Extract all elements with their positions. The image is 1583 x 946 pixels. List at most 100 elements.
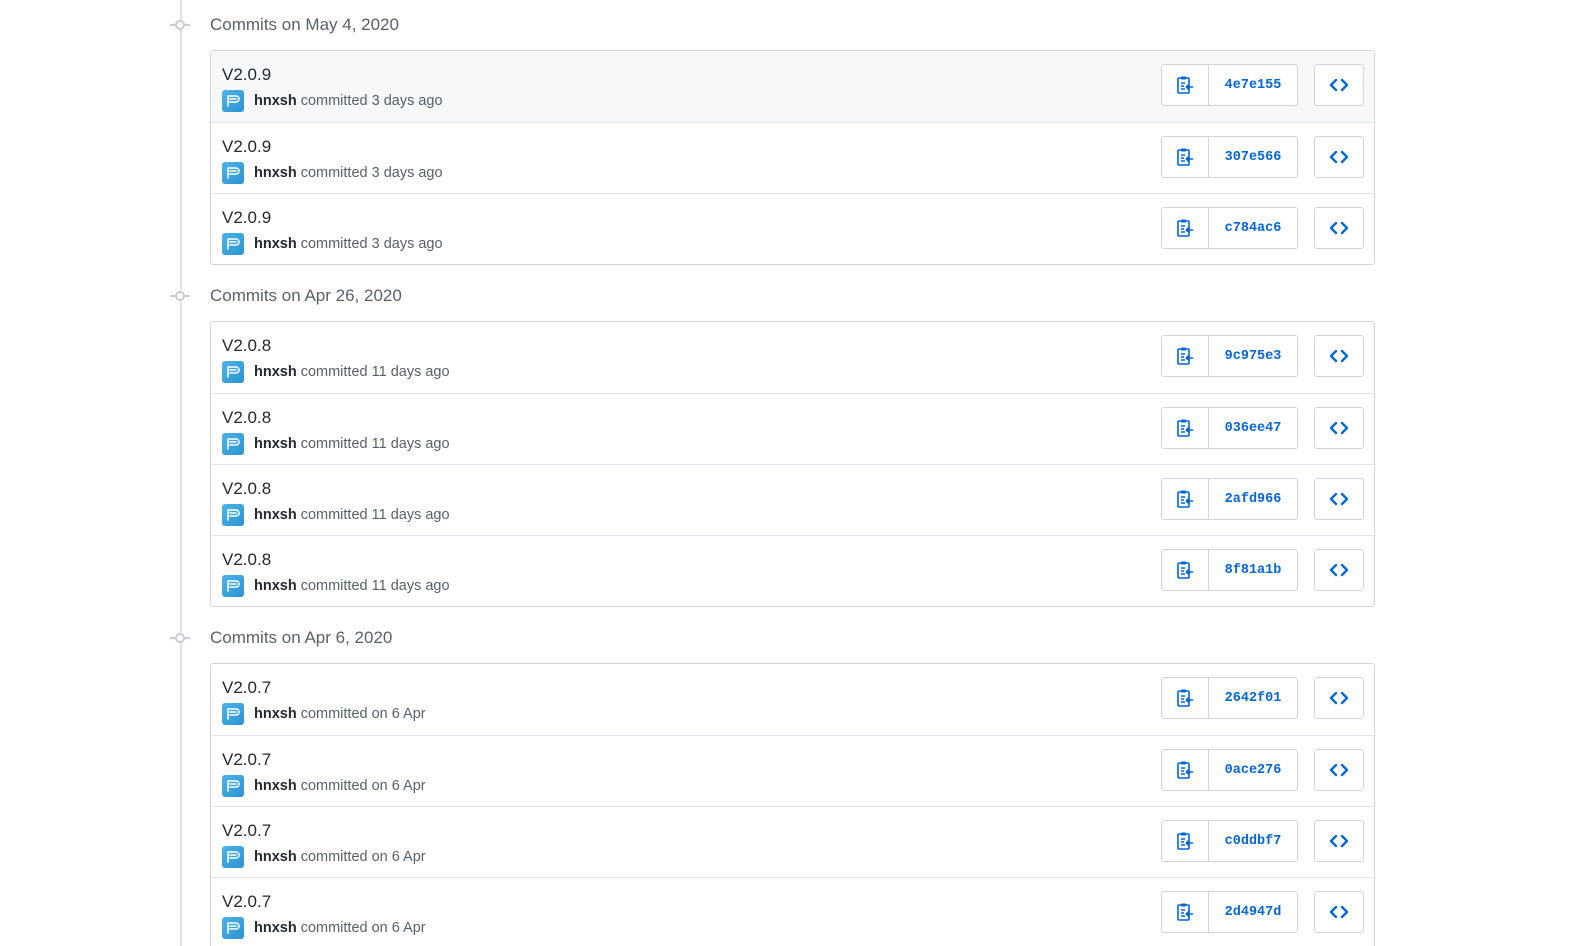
commit-author[interactable]: hnxsh	[254, 165, 297, 181]
author-avatar[interactable]	[222, 90, 244, 112]
browse-repo-button[interactable]	[1314, 64, 1364, 106]
browse-repo-button[interactable]	[1314, 549, 1364, 591]
author-avatar[interactable]	[222, 575, 244, 597]
clippy-icon	[1177, 761, 1194, 779]
author-avatar[interactable]	[222, 917, 244, 939]
commit-list: V2.0.7 hnxsh committed on 6 Apr 2642f01	[210, 663, 1375, 946]
commit-row: V2.0.8 hnxsh committed 11 days ago 2afd9…	[211, 464, 1374, 535]
copy-sha-button[interactable]	[1161, 335, 1209, 377]
sha-button-group: 0ace276	[1161, 749, 1298, 791]
author-avatar[interactable]	[222, 775, 244, 797]
commit-time: committed on 6 Apr	[300, 778, 426, 794]
clippy-icon	[1177, 903, 1194, 921]
commit-title-link[interactable]: V2.0.7	[222, 892, 271, 912]
commit-author[interactable]: hnxsh	[254, 706, 297, 722]
author-avatar[interactable]	[222, 846, 244, 868]
avatar-logo-icon	[227, 708, 240, 720]
commit-sha-link[interactable]: 2d4947d	[1209, 891, 1298, 933]
commit-sha-link[interactable]: 4e7e155	[1209, 64, 1298, 106]
commit-group-header: Commits on Apr 26, 2020	[170, 271, 1375, 321]
commit-author[interactable]: hnxsh	[254, 778, 297, 794]
commit-title-link[interactable]: V2.0.9	[222, 137, 271, 157]
commit-sha-link[interactable]: 036ee47	[1209, 407, 1298, 449]
commit-meta: hnxsh committed 11 days ago	[222, 575, 450, 597]
commit-sha-link[interactable]: 9c975e3	[1209, 335, 1298, 377]
copy-sha-button[interactable]	[1161, 549, 1209, 591]
code-icon	[1329, 763, 1349, 777]
commit-author[interactable]: hnxsh	[254, 364, 297, 380]
code-icon	[1329, 349, 1349, 363]
commit-row: V2.0.8 hnxsh committed 11 days ago 8f81a…	[211, 535, 1374, 606]
commit-title-link[interactable]: V2.0.8	[222, 336, 271, 356]
copy-sha-button[interactable]	[1161, 820, 1209, 862]
commit-group: Commits on Apr 26, 2020 V2.0.8 hnxsh com…	[170, 271, 1375, 613]
commit-author[interactable]: hnxsh	[254, 920, 297, 936]
commit-time: committed 3 days ago	[300, 93, 443, 109]
copy-sha-button[interactable]	[1161, 891, 1209, 933]
commit-meta: hnxsh committed on 6 Apr	[222, 703, 426, 725]
author-avatar[interactable]	[222, 233, 244, 255]
commit-author[interactable]: hnxsh	[254, 578, 297, 594]
clippy-icon	[1177, 561, 1194, 579]
browse-repo-button[interactable]	[1314, 677, 1364, 719]
sha-button-group: 036ee47	[1161, 407, 1298, 449]
commit-author[interactable]: hnxsh	[254, 849, 297, 865]
avatar-logo-icon	[227, 509, 240, 521]
commit-author[interactable]: hnxsh	[254, 436, 297, 452]
commit-title-link[interactable]: V2.0.7	[222, 750, 271, 770]
copy-sha-button[interactable]	[1161, 64, 1209, 106]
commit-row: V2.0.7 hnxsh committed on 6 Apr 2642f01	[211, 664, 1374, 735]
browse-repo-button[interactable]	[1314, 407, 1364, 449]
browse-repo-button[interactable]	[1314, 136, 1364, 178]
author-avatar[interactable]	[222, 703, 244, 725]
copy-sha-button[interactable]	[1161, 407, 1209, 449]
browse-repo-button[interactable]	[1314, 207, 1364, 249]
browse-repo-button[interactable]	[1314, 820, 1364, 862]
browse-repo-button[interactable]	[1314, 749, 1364, 791]
avatar-logo-icon	[227, 238, 240, 250]
commit-author[interactable]: hnxsh	[254, 93, 297, 109]
commit-row: V2.0.7 hnxsh committed on 6 Apr 0ace276	[211, 735, 1374, 806]
copy-sha-button[interactable]	[1161, 677, 1209, 719]
author-avatar[interactable]	[222, 504, 244, 526]
commit-meta: hnxsh committed 3 days ago	[222, 90, 443, 112]
copy-sha-button[interactable]	[1161, 136, 1209, 178]
copy-sha-button[interactable]	[1161, 749, 1209, 791]
commit-title-link[interactable]: V2.0.7	[222, 821, 271, 841]
commit-groups: Commits on May 4, 2020 V2.0.9 hnxsh comm…	[0, 0, 1583, 946]
avatar-logo-icon	[227, 438, 240, 450]
commit-sha-link[interactable]: 307e566	[1209, 136, 1298, 178]
avatar-logo-icon	[227, 780, 240, 792]
sha-button-group: 2d4947d	[1161, 891, 1298, 933]
browse-repo-button[interactable]	[1314, 891, 1364, 933]
commit-sha-link[interactable]: 2afd966	[1209, 478, 1298, 520]
commit-sha-link[interactable]: c0ddbf7	[1209, 820, 1298, 862]
commit-title-link[interactable]: V2.0.9	[222, 208, 271, 228]
browse-repo-button[interactable]	[1314, 335, 1364, 377]
commit-sha-link[interactable]: 8f81a1b	[1209, 549, 1298, 591]
commit-author[interactable]: hnxsh	[254, 507, 297, 523]
code-icon	[1329, 221, 1349, 235]
clippy-icon	[1177, 689, 1194, 707]
author-avatar[interactable]	[222, 162, 244, 184]
copy-sha-button[interactable]	[1161, 478, 1209, 520]
commit-title-link[interactable]: V2.0.8	[222, 479, 271, 499]
author-avatar[interactable]	[222, 361, 244, 383]
commit-sha-link[interactable]: c784ac6	[1209, 207, 1298, 249]
commit-title-link[interactable]: V2.0.9	[222, 65, 271, 85]
copy-sha-button[interactable]	[1161, 207, 1209, 249]
commit-title-link[interactable]: V2.0.8	[222, 550, 271, 570]
commit-sha-link[interactable]: 2642f01	[1209, 677, 1298, 719]
commit-author[interactable]: hnxsh	[254, 236, 297, 252]
commit-group: Commits on May 4, 2020 V2.0.9 hnxsh comm…	[170, 0, 1375, 271]
commit-title-link[interactable]: V2.0.7	[222, 678, 271, 698]
commit-sha-link[interactable]: 0ace276	[1209, 749, 1298, 791]
code-icon	[1329, 492, 1349, 506]
browse-repo-button[interactable]	[1314, 478, 1364, 520]
author-avatar[interactable]	[222, 433, 244, 455]
commit-time: committed on 6 Apr	[300, 920, 426, 936]
sha-button-group: c0ddbf7	[1161, 820, 1298, 862]
commit-title-link[interactable]: V2.0.8	[222, 408, 271, 428]
commit-meta: hnxsh committed 3 days ago	[222, 233, 443, 255]
commit-row: V2.0.9 hnxsh committed 3 days ago 4e7e15…	[211, 51, 1374, 122]
